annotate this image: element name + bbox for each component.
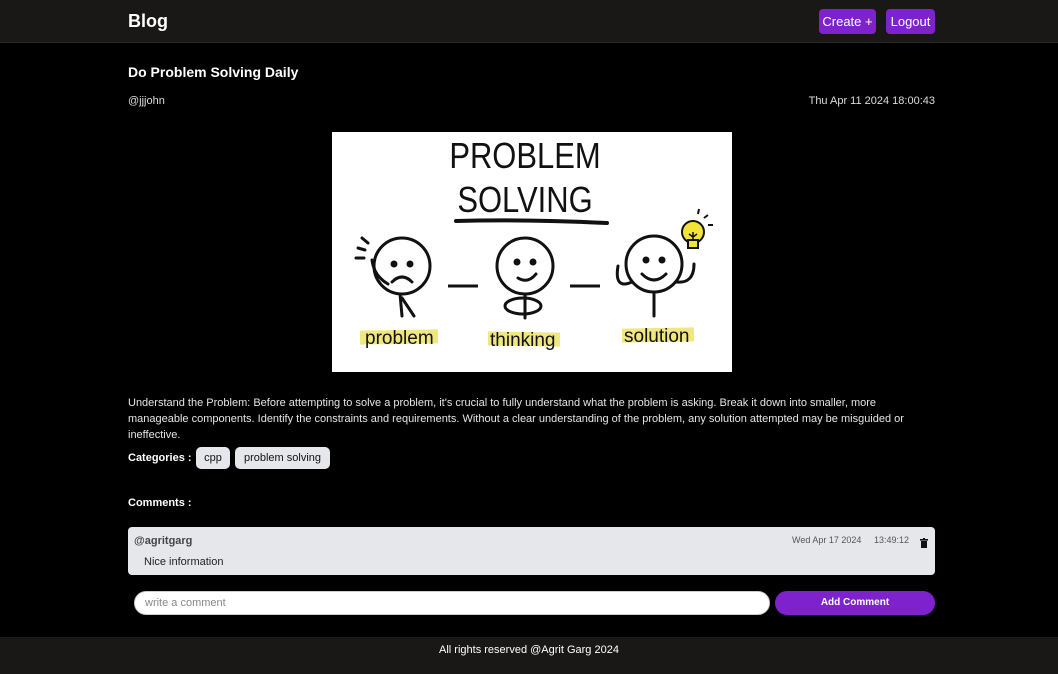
post-image: PROBLEM SOLVING problem thinking solutio… [332, 132, 732, 372]
post-title: Do Problem Solving Daily [128, 64, 299, 80]
comment-card: @agritgarg Wed Apr 17 2024 13:49:12 Nice… [128, 527, 935, 575]
comment-time: 13:49:12 [874, 535, 910, 545]
comment-user: @agritgarg [134, 535, 193, 547]
post-date: Thu Apr 11 2024 18:00:43 [808, 95, 935, 107]
image-heading-line1: PROBLEM [449, 137, 600, 177]
category-chip[interactable]: problem solving [235, 447, 330, 469]
logout-button[interactable]: Logout [886, 9, 935, 34]
add-comment-button[interactable]: Add Comment [775, 591, 935, 615]
comment-date: Wed Apr 17 2024 [792, 535, 862, 545]
post-author: @jjjohn [128, 95, 165, 107]
comment-input[interactable] [134, 591, 770, 615]
image-label-problem: problem [365, 328, 434, 349]
footer: All rights reserved @Agrit Garg 2024 [0, 637, 1058, 674]
post-body: Understand the Problem: Before attemptin… [128, 397, 904, 441]
image-label-solution: solution [624, 326, 690, 347]
image-heading-line2: SOLVING [457, 181, 592, 221]
brand-logo[interactable]: Blog [128, 11, 168, 32]
create-button[interactable]: Create + [819, 9, 876, 34]
category-chip[interactable]: cpp [196, 447, 230, 469]
footer-text: All rights reserved @Agrit Garg 2024 [439, 644, 619, 656]
navbar: Blog Create + Logout [0, 0, 1058, 43]
comments-label: Comments : [128, 497, 192, 509]
image-label-thinking: thinking [490, 330, 556, 351]
comment-text: Nice information [144, 556, 224, 568]
trash-icon[interactable] [920, 535, 928, 548]
categories-label: Categories : [128, 452, 192, 464]
